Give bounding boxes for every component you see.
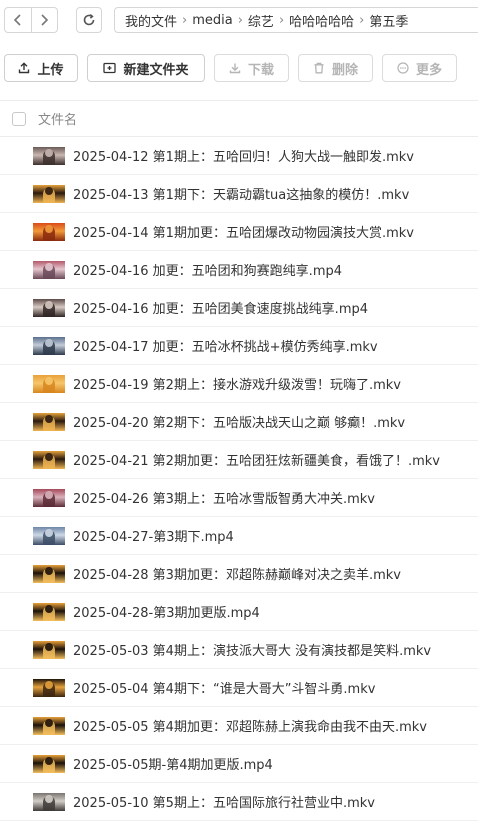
file-row[interactable]: 2025-04-12 第1期上：五哈回归！人狗大战一触即发.mkv — [0, 137, 478, 175]
column-header-name[interactable]: 文件名 — [38, 109, 77, 128]
select-all-checkbox[interactable] — [12, 111, 26, 126]
upload-label: 上传 — [37, 62, 64, 78]
video-thumbnail — [33, 640, 65, 659]
new-folder-label: 新建文件夹 — [123, 62, 189, 78]
breadcrumb-item-show[interactable]: 哈哈哈哈哈 — [289, 11, 354, 30]
back-button[interactable] — [5, 8, 31, 32]
file-row[interactable]: 2025-04-28-第3期加更版.mp4 — [0, 593, 478, 631]
video-thumbnail — [33, 488, 65, 507]
file-name[interactable]: 2025-04-28-第3期加更版.mp4 — [73, 602, 260, 621]
file-row[interactable]: 2025-04-26 第3期上：五哈冰雪版智勇大冲关.mkv — [0, 479, 478, 517]
file-name[interactable]: 2025-05-10 第5期上：五哈国际旅行社营业中.mkv — [73, 792, 375, 811]
file-row[interactable]: 2025-04-19 第2期上：接水游戏升级泼雪！玩嗨了.mkv — [0, 365, 478, 403]
file-name[interactable]: 2025-04-16 加更：五哈团和狗赛跑纯享.mp4 — [73, 260, 342, 279]
video-thumbnail — [33, 526, 65, 545]
file-name[interactable]: 2025-04-17 加更：五哈冰杯挑战+模仿秀纯享.mkv — [73, 336, 378, 355]
download-icon — [229, 62, 241, 74]
file-row[interactable]: 2025-04-14 第1期加更：五哈团爆改动物园演技大赏.mkv — [0, 213, 478, 251]
file-row[interactable]: 2025-04-16 加更：五哈团美食速度挑战纯享.mp4 — [0, 289, 478, 327]
file-name[interactable]: 2025-04-27-第3期下.mp4 — [73, 526, 234, 545]
download-button[interactable]: 下载 — [214, 54, 289, 82]
file-name[interactable]: 2025-05-03 第4期上：演技派大哥大 没有演技都是笑料.mkv — [73, 640, 431, 659]
delete-label: 删除 — [331, 62, 358, 78]
video-thumbnail — [33, 412, 65, 431]
video-thumbnail — [33, 450, 65, 469]
file-row[interactable]: 2025-04-13 第1期下：天霸动霸tua这抽象的模仿！.mkv — [0, 175, 478, 213]
more-button[interactable]: 更多 — [382, 54, 457, 82]
file-name[interactable]: 2025-04-26 第3期上：五哈冰雪版智勇大冲关.mkv — [73, 488, 375, 507]
more-label: 更多 — [415, 62, 442, 78]
upload-icon — [18, 62, 30, 74]
file-name[interactable]: 2025-04-12 第1期上：五哈回归！人狗大战一触即发.mkv — [73, 146, 414, 165]
breadcrumb-item-my-files[interactable]: 我的文件 — [125, 11, 177, 30]
file-name[interactable]: 2025-04-16 加更：五哈团美食速度挑战纯享.mp4 — [73, 298, 368, 317]
file-row[interactable]: 2025-04-28 第3期加更：邓超陈赫巅峰对决之卖羊.mkv — [0, 555, 478, 593]
video-thumbnail — [33, 146, 65, 165]
breadcrumb: 我的文件 › media › 综艺 › 哈哈哈哈哈 › 第五季 — [114, 7, 478, 33]
breadcrumb-separator: › — [359, 12, 365, 28]
breadcrumb-item-season[interactable]: 第五季 — [369, 11, 408, 30]
video-thumbnail — [33, 260, 65, 279]
file-row[interactable]: 2025-05-10 第5期上：五哈国际旅行社营业中.mkv — [0, 783, 478, 821]
file-name[interactable]: 2025-04-20 第2期下：五哈版决战天山之巅 够癫！.mkv — [73, 412, 405, 431]
chevron-left-icon — [13, 14, 21, 26]
file-list: 2025-04-12 第1期上：五哈回归！人狗大战一触即发.mkv 2025-04… — [0, 137, 478, 821]
file-row[interactable]: 2025-05-03 第4期上：演技派大哥大 没有演技都是笑料.mkv — [0, 631, 478, 669]
trash-icon — [313, 62, 325, 74]
file-name[interactable]: 2025-05-05期-第4期加更版.mp4 — [73, 754, 273, 773]
file-name[interactable]: 2025-05-05 第4期加更：邓超陈赫上演我命由我不由天.mkv — [73, 716, 427, 735]
breadcrumb-separator: › — [182, 12, 188, 28]
breadcrumb-item-media[interactable]: media — [192, 13, 233, 28]
file-list-header: 文件名 — [0, 100, 478, 137]
video-thumbnail — [33, 564, 65, 583]
file-name[interactable]: 2025-04-13 第1期下：天霸动霸tua这抽象的模仿！.mkv — [73, 184, 409, 203]
file-row[interactable]: 2025-05-04 第4期下：“谁是大哥大”斗智斗勇.mkv — [0, 669, 478, 707]
action-toolbar: 上传 新建文件夹 下载 删除 更多 — [0, 54, 478, 82]
more-icon — [397, 62, 409, 74]
file-name[interactable]: 2025-05-04 第4期下：“谁是大哥大”斗智斗勇.mkv — [73, 678, 375, 697]
forward-button[interactable] — [30, 8, 58, 32]
breadcrumb-separator: › — [237, 12, 243, 28]
video-thumbnail — [33, 184, 65, 203]
video-thumbnail — [33, 222, 65, 241]
video-thumbnail — [33, 754, 65, 773]
new-folder-button[interactable]: 新建文件夹 — [87, 54, 205, 82]
refresh-button[interactable] — [76, 7, 102, 33]
file-row[interactable]: 2025-04-16 加更：五哈团和狗赛跑纯享.mp4 — [0, 251, 478, 289]
file-row[interactable]: 2025-04-21 第2期加更：五哈团狂炫新疆美食，看饿了！.mkv — [0, 441, 478, 479]
file-name[interactable]: 2025-04-14 第1期加更：五哈团爆改动物园演技大赏.mkv — [73, 222, 414, 241]
history-nav — [4, 7, 58, 33]
file-name[interactable]: 2025-04-19 第2期上：接水游戏升级泼雪！玩嗨了.mkv — [73, 374, 401, 393]
download-label: 下载 — [247, 62, 274, 78]
file-row[interactable]: 2025-04-17 加更：五哈冰杯挑战+模仿秀纯享.mkv — [0, 327, 478, 365]
file-row[interactable]: 2025-04-27-第3期下.mp4 — [0, 517, 478, 555]
video-thumbnail — [33, 792, 65, 811]
file-name[interactable]: 2025-04-21 第2期加更：五哈团狂炫新疆美食，看饿了！.mkv — [73, 450, 440, 469]
upload-button[interactable]: 上传 — [4, 54, 78, 82]
video-thumbnail — [33, 678, 65, 697]
video-thumbnail — [33, 374, 65, 393]
delete-button[interactable]: 删除 — [298, 54, 373, 82]
breadcrumb-separator: › — [278, 12, 285, 28]
video-thumbnail — [33, 602, 65, 621]
file-row[interactable]: 2025-04-20 第2期下：五哈版决战天山之巅 够癫！.mkv — [0, 403, 478, 441]
video-thumbnail — [33, 298, 65, 317]
new-folder-icon — [103, 62, 117, 74]
file-row[interactable]: 2025-05-05期-第4期加更版.mp4 — [0, 745, 478, 783]
breadcrumb-item-variety[interactable]: 综艺 — [248, 11, 274, 30]
top-navigation-bar: 我的文件 › media › 综艺 › 哈哈哈哈哈 › 第五季 — [0, 0, 478, 40]
video-thumbnail — [33, 336, 65, 355]
refresh-icon — [83, 13, 95, 26]
file-name[interactable]: 2025-04-28 第3期加更：邓超陈赫巅峰对决之卖羊.mkv — [73, 564, 401, 583]
file-row[interactable]: 2025-05-05 第4期加更：邓超陈赫上演我命由我不由天.mkv — [0, 707, 478, 745]
video-thumbnail — [33, 716, 65, 735]
chevron-right-icon — [41, 14, 49, 26]
